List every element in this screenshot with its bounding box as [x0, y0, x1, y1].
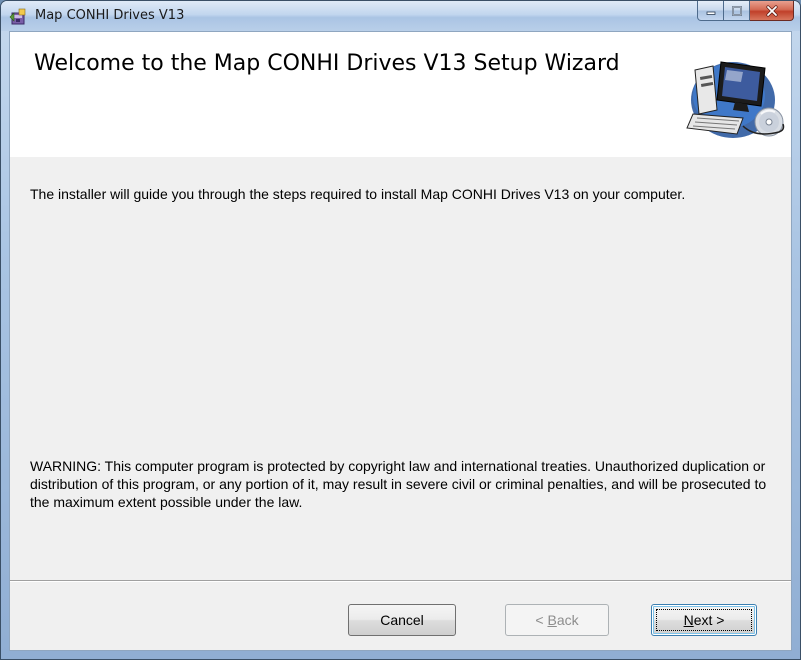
window-title: Map CONHI Drives V13: [35, 8, 185, 23]
installer-app-icon: [9, 8, 26, 25]
copyright-warning-text: WARNING: This computer program is protec…: [30, 458, 767, 510]
cancel-button-label: Cancel: [380, 612, 424, 628]
wizard-banner: Welcome to the Map CONHI Drives V13 Setu…: [10, 32, 791, 157]
back-button-label: < Back: [535, 612, 579, 628]
intro-text: The installer will guide you through the…: [30, 186, 686, 202]
cancel-button[interactable]: Cancel: [348, 604, 456, 636]
back-button[interactable]: < Back: [505, 604, 609, 636]
installer-window: Map CONHI Drives V13 Welcome to the Map …: [0, 0, 801, 660]
banner-divider: [10, 156, 791, 157]
next-button-label: Next >: [683, 612, 725, 628]
wizard-client-area: Welcome to the Map CONHI Drives V13 Setu…: [9, 31, 792, 651]
next-button[interactable]: Next >: [651, 604, 757, 636]
minimize-button[interactable]: [697, 1, 724, 21]
caption-buttons: [697, 1, 794, 21]
title-bar[interactable]: Map CONHI Drives V13: [1, 1, 800, 31]
footer-divider-highlight: [10, 581, 791, 582]
close-button[interactable]: [750, 1, 794, 21]
minimize-icon: [706, 11, 715, 15]
maximize-button[interactable]: [724, 1, 750, 21]
computer-setup-icon: [686, 61, 785, 138]
wizard-title: Welcome to the Map CONHI Drives V13 Setu…: [34, 51, 620, 76]
maximize-icon: [731, 5, 742, 16]
close-icon: [765, 4, 778, 17]
